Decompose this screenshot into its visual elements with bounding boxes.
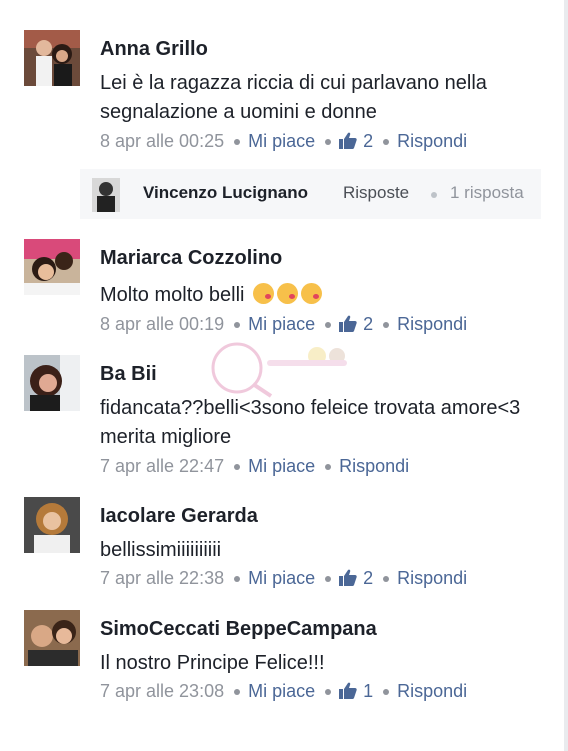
comment-meta: 7 apr alle 22:47 Mi piace Rispondi: [100, 455, 409, 477]
separator-dot: [234, 689, 241, 696]
reply-count: 1 risposta: [450, 183, 524, 202]
timestamp[interactable]: 8 apr alle 00:19: [100, 314, 224, 334]
kiss-emoji-icon: [301, 283, 323, 304]
timestamp[interactable]: 7 apr alle 22:38: [100, 568, 224, 588]
like-count[interactable]: 2: [339, 131, 373, 151]
separator-dot: [383, 689, 390, 696]
reply-button[interactable]: Rispondi: [339, 456, 409, 476]
separator-dot: [325, 576, 332, 583]
like-count-value: 2: [363, 568, 374, 588]
comment-text-row: Molto molto belli: [100, 281, 540, 310]
avatar[interactable]: [24, 30, 80, 86]
reply-button[interactable]: Rispondi: [397, 681, 467, 701]
comment-author[interactable]: Anna Grillo: [100, 37, 208, 61]
comment-text: Lei è la ragazza riccia di cui parlavano…: [100, 72, 487, 123]
comment-meta: 7 apr alle 22:38 Mi piace 2 Rispondi: [100, 567, 467, 589]
separator-dot: [383, 576, 390, 583]
like-button[interactable]: Mi piace: [248, 131, 315, 151]
like-count[interactable]: 2: [339, 568, 373, 588]
separator-dot: [325, 689, 332, 696]
kiss-emoji-icon: [253, 283, 275, 304]
replies-link[interactable]: Risposte: [343, 183, 409, 203]
comment-text: bellissimiiiiiiiiii: [100, 539, 222, 561]
reply-preview[interactable]: Vincenzo Lucignano Risposte 1 risposta: [80, 169, 541, 219]
watermark-logo-icon: [211, 342, 347, 398]
avatar[interactable]: [24, 239, 80, 295]
comment-text: Molto molto belli: [100, 284, 245, 306]
reply-button[interactable]: Rispondi: [397, 131, 467, 151]
like-button[interactable]: Mi piace: [248, 681, 315, 701]
avatar[interactable]: [92, 178, 120, 212]
like-count-value: 2: [363, 131, 374, 151]
thumbs-up-icon: [339, 132, 357, 149]
like-count-value: 2: [363, 314, 374, 334]
separator-dot: [234, 322, 241, 329]
thumbs-up-icon: [339, 682, 357, 699]
scroll-edge: [564, 0, 568, 751]
kiss-emoji-icon: [277, 283, 299, 304]
reply-author[interactable]: Vincenzo Lucignano: [143, 183, 308, 203]
timestamp[interactable]: 7 apr alle 23:08: [100, 681, 224, 701]
separator-dot: [383, 139, 390, 146]
comment-author[interactable]: Ba Bii: [100, 362, 157, 386]
like-button[interactable]: Mi piace: [248, 456, 315, 476]
separator-dot: [234, 576, 241, 583]
separator-dot: [234, 139, 241, 146]
comment-meta: 8 apr alle 00:19 Mi piace 2 Rispondi: [100, 313, 467, 335]
avatar[interactable]: [24, 355, 80, 411]
comment-iacolare-gerarda: Iacolare Gerarda bellissimiiiiiiiiii 7 a…: [0, 497, 560, 597]
comment-meta: 7 apr alle 23:08 Mi piace 1 Rispondi: [100, 680, 467, 702]
comment-author[interactable]: Iacolare Gerarda: [100, 504, 258, 528]
comment-mariarca-cozzolino: Mariarca Cozzolino Molto molto belli 8 a…: [0, 239, 560, 339]
comment-text: fidancata??belli<3sono feleice trovata a…: [100, 397, 521, 448]
timestamp[interactable]: 8 apr alle 00:25: [100, 131, 224, 151]
separator-dot: [325, 139, 332, 146]
separator-dot: [325, 464, 332, 471]
like-button[interactable]: Mi piace: [248, 568, 315, 588]
reply-button[interactable]: Rispondi: [397, 568, 467, 588]
like-count[interactable]: 1: [339, 681, 373, 701]
separator-dot: [383, 322, 390, 329]
like-button[interactable]: Mi piace: [248, 314, 315, 334]
like-count-value: 1: [363, 681, 374, 701]
timestamp[interactable]: 7 apr alle 22:47: [100, 456, 224, 476]
avatar[interactable]: [24, 610, 80, 666]
separator-dot: [234, 464, 241, 471]
separator-dot: [431, 192, 437, 198]
avatar[interactable]: [24, 497, 80, 553]
like-count[interactable]: 2: [339, 314, 373, 334]
separator-dot: [325, 322, 332, 329]
comment-author[interactable]: SimoCeccati BeppeCampana: [100, 617, 377, 641]
comment-simoceccati-beppecampana: SimoCeccati BeppeCampana Il nostro Princ…: [0, 610, 560, 710]
comment-author[interactable]: Mariarca Cozzolino: [100, 246, 282, 270]
comment-text: Il nostro Principe Felice!!!: [100, 652, 325, 674]
thumbs-up-icon: [339, 569, 357, 586]
comment-anna-grillo: Anna Grillo Lei è la ragazza riccia di c…: [0, 30, 560, 170]
comment-meta: 8 apr alle 00:25 Mi piace 2 Rispondi: [100, 130, 467, 152]
thumbs-up-icon: [339, 315, 357, 332]
reply-button[interactable]: Rispondi: [397, 314, 467, 334]
